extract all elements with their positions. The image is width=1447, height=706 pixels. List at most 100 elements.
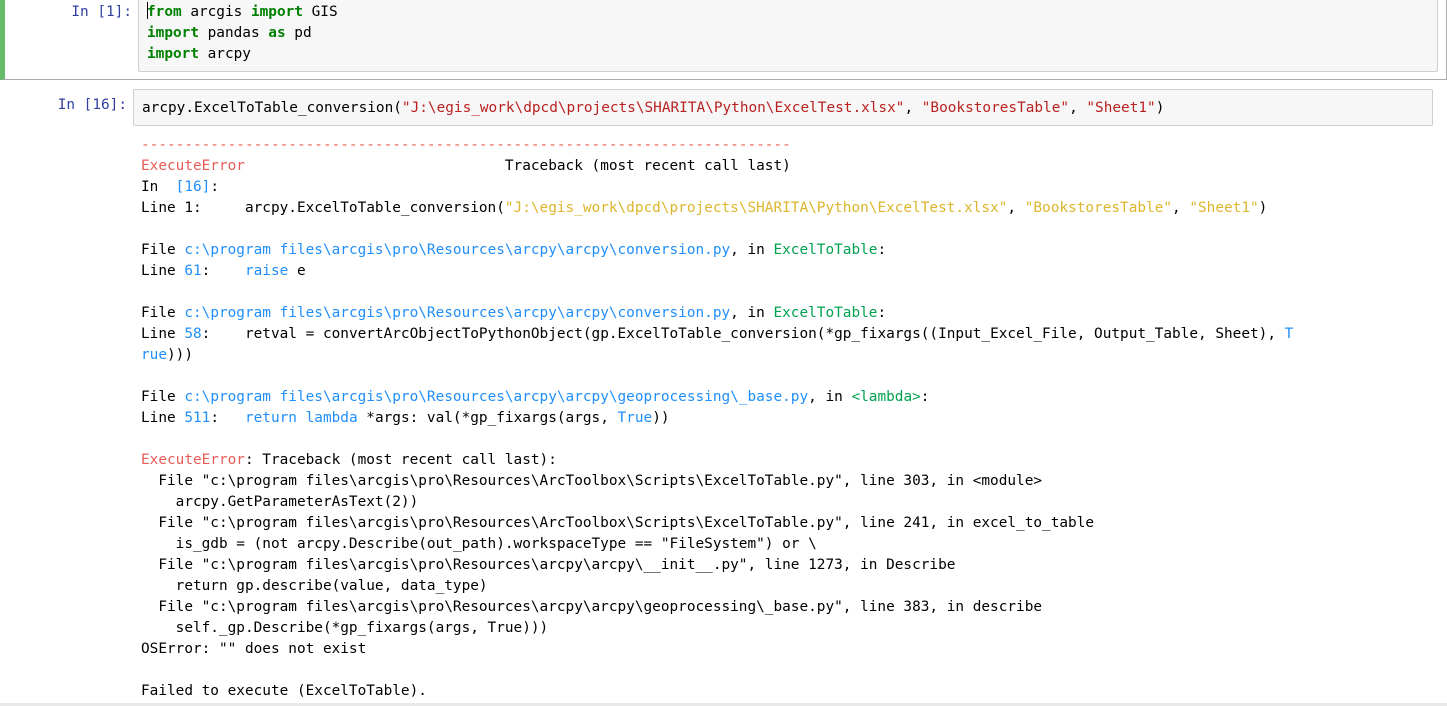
- output-token: ExcelToTable: [773, 305, 878, 321]
- output-token: : Traceback (most recent call last):: [244, 452, 557, 468]
- output-token: "J:\egis_work\dpcd\projects\SHARITA\Pyth…: [504, 200, 1008, 216]
- output-token: File: [141, 389, 185, 405]
- code-line: import arcpy: [147, 44, 338, 65]
- output-token: c:\program files\arcgis\pro\Resources\ar…: [184, 305, 731, 321]
- code-token: "Sheet1": [1086, 100, 1156, 116]
- output-token: File "c:\program files\arcgis\pro\Resour…: [141, 515, 1095, 531]
- output-line: is_gdb = (not arcpy.Describe(out_path).w…: [141, 534, 1431, 555]
- code-token: GIS: [302, 4, 338, 20]
- output-token: File: [141, 242, 185, 258]
- output-token: )): [652, 410, 670, 426]
- code-token: pandas: [198, 25, 269, 41]
- output-line: ExecuteError: Traceback (most recent cal…: [141, 450, 1431, 471]
- code-token: "BookstoresTable": [921, 100, 1070, 116]
- output-token: File "c:\program files\arcgis\pro\Resour…: [141, 557, 956, 573]
- output-token: ExecuteError: [141, 452, 245, 468]
- output-token: OSError: "" does not exist: [141, 641, 367, 657]
- code-token: arcpy.ExcelToTable_conversion(: [142, 100, 402, 116]
- code-token: arcpy: [198, 46, 251, 62]
- output-line: Failed to execute (ExcelToTable).: [141, 681, 1431, 702]
- code-token: import: [147, 46, 199, 62]
- output-token: c:\program files\arcgis\pro\Resources\ar…: [184, 242, 731, 258]
- output-token: c:\program files\arcgis\pro\Resources\ar…: [184, 389, 809, 405]
- code-token: pd: [285, 25, 312, 41]
- cell-1-code[interactable]: from arcgis import GIS import pandas as p…: [147, 2, 338, 65]
- output-line: File "c:\program files\arcgis\pro\Resour…: [141, 513, 1431, 534]
- output-line: File c:\program files\arcgis\pro\Resourc…: [141, 240, 1431, 261]
- output-token: :: [210, 410, 245, 426]
- output-token: ,: [1007, 200, 1025, 216]
- output-line: File "c:\program files\arcgis\pro\Resour…: [141, 471, 1431, 492]
- output-token: ----------------------------------------…: [141, 137, 791, 153]
- output-token: raise: [244, 263, 289, 279]
- code-cell-16[interactable]: In [16]: arcpy.ExcelToTable_conversion("…: [0, 88, 1447, 706]
- output-token: File "c:\program files\arcgis\pro\Resour…: [141, 473, 1043, 489]
- output-token: :: [201, 263, 245, 279]
- output-token: [297, 410, 306, 426]
- code-token: "J:\egis_work\dpcd\projects\SHARITA\Pyth…: [401, 100, 905, 116]
- code-line: import pandas as pd: [147, 23, 338, 44]
- output-line: self._gp.Describe(*gp_fixargs(args, True…: [141, 618, 1431, 639]
- output-line: ExecuteError Traceback (most recent call…: [141, 156, 1431, 177]
- code-line: from arcgis import GIS: [147, 2, 338, 23]
- output-line: Line 1: arcpy.ExcelToTable_conversion("J…: [141, 198, 1431, 219]
- output-line: return gp.describe(value, data_type): [141, 576, 1431, 597]
- output-token: :: [210, 179, 219, 195]
- output-token: , in: [808, 389, 852, 405]
- output-token: is_gdb = (not arcpy.Describe(out_path).w…: [141, 536, 817, 552]
- code-token: import: [250, 4, 303, 20]
- output-token: return gp.describe(value, data_type): [141, 578, 488, 594]
- output-token: File "c:\program files\arcgis\pro\Resour…: [141, 599, 1043, 615]
- output-token: :: [877, 242, 887, 258]
- output-token: :: [877, 305, 887, 321]
- output-line: File c:\program files\arcgis\pro\Resourc…: [141, 387, 1431, 408]
- code-token: from: [147, 4, 182, 20]
- output-token: "Sheet1": [1189, 200, 1259, 216]
- code-token: arcgis: [181, 4, 251, 20]
- cell-16-code[interactable]: arcpy.ExcelToTable_conversion("J:\egis_w…: [142, 98, 1164, 119]
- code-token: ,: [904, 100, 922, 116]
- output-token: , in: [730, 242, 774, 258]
- output-token: 58: [184, 326, 202, 342]
- output-line: File c:\program files\arcgis\pro\Resourc…: [141, 303, 1431, 324]
- output-token: Line: [141, 410, 185, 426]
- output-token: Line 1: arcpy.ExcelToTable_conversion(: [141, 200, 505, 216]
- output-token: ): [1258, 200, 1268, 216]
- output-token: ExcelToTable: [773, 242, 878, 258]
- output-token: ))): [167, 347, 193, 363]
- cell-16-error-output: ----------------------------------------…: [141, 135, 1431, 702]
- code-token: ): [1155, 100, 1165, 116]
- output-line: Line 511: return lambda *args: val(*gp_f…: [141, 408, 1431, 429]
- output-token: Traceback (most recent call last): [244, 158, 791, 174]
- output-line: Line 58: retval = convertArcObjectToPyth…: [141, 324, 1431, 345]
- output-token: File: [141, 305, 185, 321]
- code-line: arcpy.ExcelToTable_conversion("J:\egis_w…: [142, 98, 1164, 119]
- cell-16-input[interactable]: arcpy.ExcelToTable_conversion("J:\egis_w…: [133, 89, 1433, 126]
- output-token: <lambda>: [851, 389, 921, 405]
- output-token: 511: [184, 410, 211, 426]
- output-token: e: [288, 263, 306, 279]
- output-line: In [16]:: [141, 177, 1431, 198]
- output-token: [16]: [175, 179, 211, 195]
- output-line: arcpy.GetParameterAsText(2)): [141, 492, 1431, 513]
- output-token: Line: [141, 263, 185, 279]
- output-line: rue))): [141, 345, 1431, 366]
- output-token: ,: [1172, 200, 1190, 216]
- output-token: lambda: [305, 410, 358, 426]
- output-token: rue: [141, 347, 167, 363]
- output-line: File "c:\program files\arcgis\pro\Resour…: [141, 555, 1431, 576]
- output-token: : retval = convertArcObjectToPythonObjec…: [201, 326, 1285, 342]
- output-token: "BookstoresTable": [1024, 200, 1173, 216]
- output-token: In: [141, 179, 176, 195]
- output-token: True: [617, 410, 653, 426]
- cell-1-input[interactable]: from arcgis import GIS import pandas as p…: [138, 0, 1438, 72]
- code-token: import: [147, 25, 199, 41]
- cell-1-prompt: In [1]:: [71, 4, 132, 20]
- output-token: :: [920, 389, 930, 405]
- output-token: *args: val(*gp_fixargs(args,: [357, 410, 618, 426]
- code-cell-1[interactable]: In [1]: from arcgis import GIS import pan…: [0, 0, 1447, 80]
- output-token: ExecuteError: [141, 158, 245, 174]
- output-token: T: [1284, 326, 1294, 342]
